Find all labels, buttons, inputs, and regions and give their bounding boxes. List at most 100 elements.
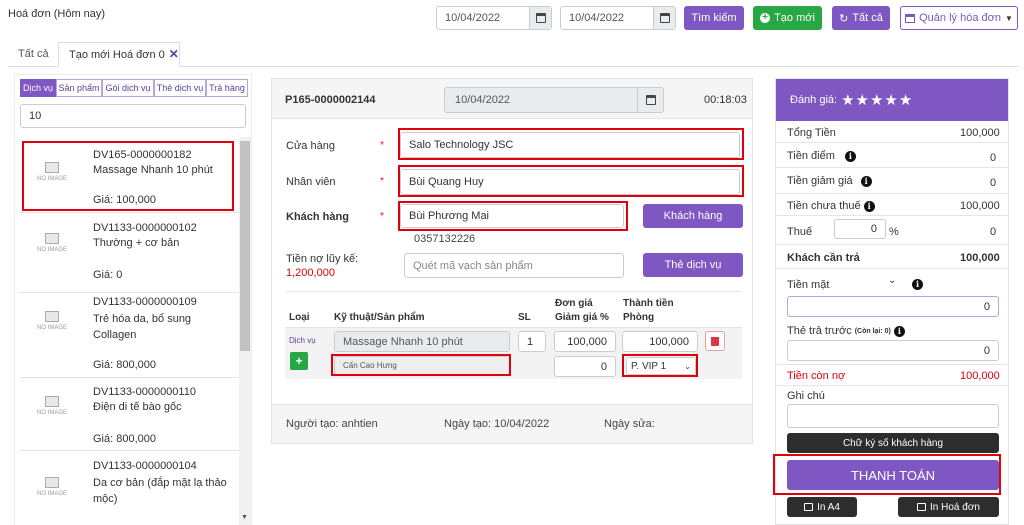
info-icon[interactable]: i — [912, 278, 923, 290]
no-image-icon: NO IMAGE — [28, 385, 76, 427]
technician-input[interactable]: Cấn Cao Hưng — [334, 356, 510, 375]
manage-invoice-dropdown[interactable]: Quản lý hóa đơn ▼ — [900, 6, 1018, 30]
prepaid-note: (Còn lại: 0) — [854, 327, 891, 335]
cash-input[interactable]: 0 — [787, 296, 999, 317]
price-input[interactable]: 100,000 — [554, 331, 616, 352]
tax-input[interactable]: 0 — [834, 219, 886, 239]
close-icon[interactable]: ✕ — [169, 48, 179, 66]
service-card-button[interactable]: Thẻ dịch vụ — [643, 253, 743, 277]
col-qty-header: SL — [518, 312, 531, 323]
pay-button[interactable]: THANH TOÁN — [787, 460, 999, 490]
add-technician-button[interactable]: + — [290, 352, 308, 370]
rating-stars[interactable]: ★★★★★ — [841, 91, 913, 109]
remaining-label: Tiền còn nợ — [787, 370, 846, 382]
date-from-input[interactable]: 10/04/2022 — [436, 6, 552, 30]
no-image-icon: NO IMAGE — [28, 151, 76, 193]
list-item[interactable]: NO IMAGE DV1133-0000000104 Da cơ bản (đắ… — [20, 452, 239, 525]
created-date-text: Ngày tạo: 10/04/2022 — [444, 418, 550, 430]
search-button[interactable]: Tìm kiếm — [684, 6, 744, 30]
date-to-input[interactable]: 10/04/2022 — [560, 6, 676, 30]
info-icon[interactable]: i — [860, 175, 872, 187]
total-input[interactable]: 100,000 — [622, 331, 698, 352]
qty-input[interactable]: 1 — [518, 331, 546, 352]
list-item[interactable]: NO IMAGE DV165-0000000182 Massage Nhanh … — [20, 137, 239, 213]
tab-all[interactable]: Tất cả — [18, 48, 49, 60]
item-price: Giá: 0 — [93, 269, 123, 281]
new-button[interactable]: + Tạo mới — [753, 6, 822, 30]
invoice-code: P165-0000002144 — [285, 94, 376, 106]
info-icon[interactable]: i — [863, 200, 875, 212]
product-search-input[interactable]: 10 — [20, 104, 246, 128]
no-image-label: NO IMAGE — [36, 247, 67, 253]
discount-label-text: Tiền giảm giá — [787, 175, 853, 187]
list-item[interactable]: NO IMAGE DV1133-0000000109 Trẻ hóa da, b… — [20, 294, 239, 378]
row-product-input[interactable]: Massage Nhanh 10 phút — [334, 331, 510, 352]
debt-value: 1,200,000 — [286, 267, 335, 279]
item-code: DV1133-0000000109 — [93, 296, 197, 308]
barcode-input[interactable]: Quét mã vạch sản phẩm — [404, 253, 624, 278]
no-image-icon: NO IMAGE — [28, 222, 76, 264]
info-icon[interactable]: i — [893, 325, 905, 337]
all-button[interactable]: ↻ Tất cả — [832, 6, 890, 30]
item-name: Massage Nhanh 10 phút — [93, 164, 213, 176]
filter-service-card[interactable]: Thẻ dịch vụ — [154, 79, 206, 97]
scrollbar-track[interactable]: ▼ — [239, 137, 251, 525]
store-input[interactable]: Salo Technology JSC — [400, 132, 740, 158]
list-item[interactable]: NO IMAGE DV1133-0000000102 Thường + cơ b… — [20, 214, 239, 293]
list-item[interactable]: NO IMAGE DV1133-0000000110 Điện di tế bà… — [20, 379, 239, 451]
date-from-value: 10/04/2022 — [445, 12, 501, 24]
plus-icon: + — [295, 354, 303, 368]
date-to-value: 10/04/2022 — [569, 12, 625, 24]
item-code: DV1133-0000000110 — [93, 386, 196, 398]
signature-button[interactable]: Chữ ký số khách hàng — [787, 433, 999, 453]
scrollbar-thumb[interactable] — [240, 141, 250, 351]
note-textarea[interactable] — [787, 404, 999, 428]
item-name: Da cơ bản (đắp mặt lạ thảo mộc) — [93, 477, 227, 505]
item-price: Giá: 100,000 — [93, 194, 156, 206]
remaining-value: 100,000 — [960, 370, 1000, 382]
refresh-icon: ↻ — [839, 12, 849, 25]
filter-product[interactable]: Sản phẩm — [56, 79, 102, 97]
tax-label: Thuế — [787, 226, 813, 238]
calendar-icon[interactable] — [529, 7, 551, 29]
filter-service[interactable]: Dịch vụ — [20, 79, 56, 97]
item-price: Giá: 800,000 — [93, 433, 156, 445]
filter-return[interactable]: Trả hàng — [206, 79, 248, 97]
points-label-text: Tiền điểm — [787, 150, 835, 162]
delete-row-button[interactable] — [705, 331, 725, 351]
print-a4-button[interactable]: In A4 — [787, 497, 857, 517]
invoice-date-input[interactable]: 10/04/2022 — [444, 87, 664, 113]
trash-icon — [711, 336, 719, 346]
cash-label: Tiền mặt — [787, 279, 830, 291]
info-icon[interactable]: i — [844, 150, 856, 162]
printer-icon — [804, 503, 814, 511]
item-name: Điện di tế bào gốc — [93, 401, 182, 413]
discount-label: Tiền giảm giá i — [787, 175, 872, 187]
pay-value: 100,000 — [960, 252, 1000, 264]
item-price: Giá: 800,000 — [93, 359, 156, 371]
chevron-down-icon[interactable]: ⌄ — [888, 275, 896, 286]
edited-date-text: Ngày sửa: — [604, 418, 655, 430]
staff-input[interactable]: Bùi Quang Huy — [400, 169, 740, 195]
pretax-label-text: Tiền chưa thuế — [787, 200, 861, 212]
window-icon — [905, 13, 916, 23]
total-value: 100,000 — [960, 127, 1000, 139]
prepaid-input[interactable]: 0 — [787, 340, 999, 361]
print-a4-label: In A4 — [817, 501, 840, 513]
calendar-icon[interactable] — [653, 7, 675, 29]
print-invoice-button[interactable]: In Hoá đơn — [898, 497, 999, 517]
discount-value: 0 — [990, 177, 997, 189]
room-select[interactable]: P. VIP 1 ⌄ — [626, 357, 696, 375]
filter-package[interactable]: Gói dịch vụ — [102, 79, 154, 97]
calendar-icon[interactable] — [637, 88, 663, 112]
col-product-header: Kỹ thuật/Sản phẩm — [334, 312, 425, 323]
total-label: Tổng Tiền — [787, 127, 836, 139]
customer-button[interactable]: Khách hàng — [643, 204, 743, 228]
tab-new-invoice[interactable]: Tạo mới Hoá đơn 0 ✕ — [58, 42, 180, 67]
discount-input[interactable]: 0 — [554, 356, 616, 377]
prepaid-label-text: Thẻ trả trước — [787, 325, 852, 337]
new-label: Tạo mới — [774, 12, 815, 24]
scroll-down-arrow-icon[interactable]: ▼ — [241, 514, 248, 521]
customer-input[interactable]: Bùi Phương Mai — [400, 204, 624, 228]
rating-header: Đánh giá: ★★★★★ — [776, 79, 1008, 121]
